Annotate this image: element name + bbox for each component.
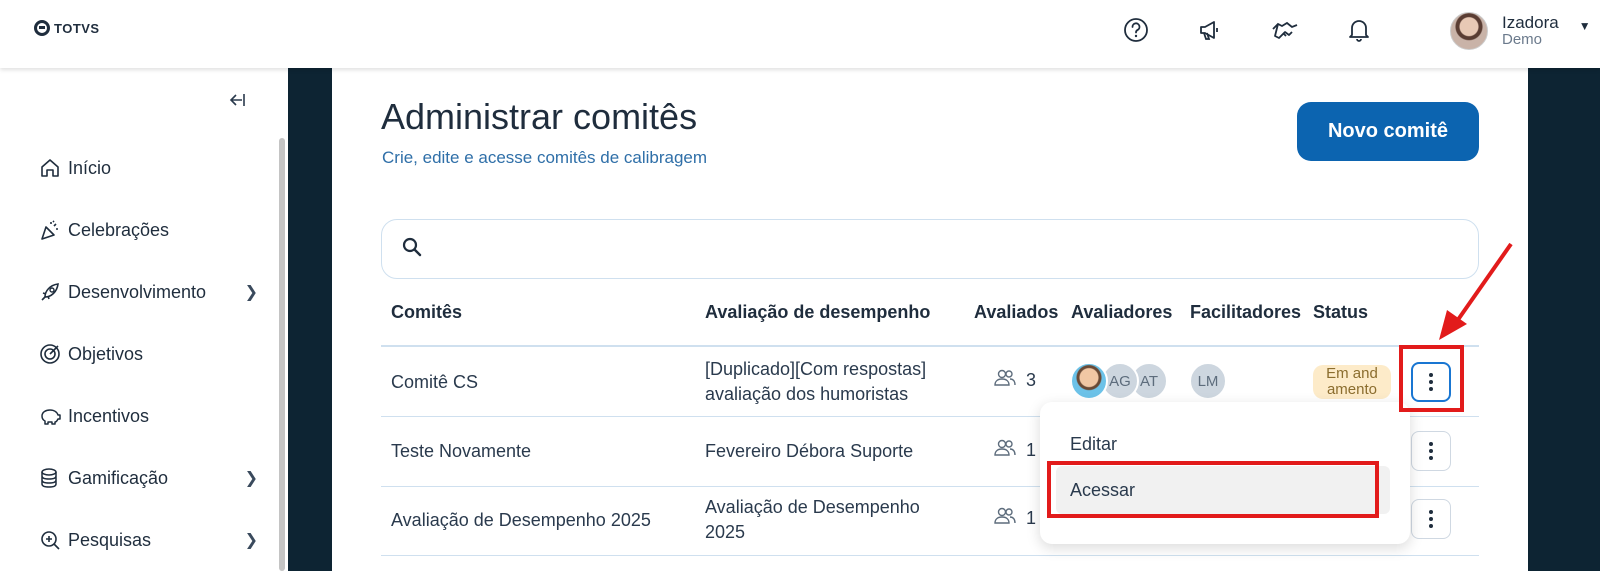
user-menu[interactable]: Izadora Demo ▼ — [1450, 12, 1591, 50]
evaluated-number: 3 — [1026, 370, 1037, 390]
handshake-icon[interactable] — [1271, 16, 1299, 44]
page-title: Administrar comitês — [381, 96, 698, 137]
kebab-icon — [1429, 373, 1433, 391]
row-2-evaluated-count: 1 — [994, 439, 1036, 462]
sidebar-item-label: Início — [68, 157, 112, 178]
table-header-divider — [381, 345, 1479, 347]
sidebar-scrollbar[interactable] — [279, 138, 285, 571]
home-icon — [38, 156, 62, 180]
party-icon — [38, 218, 62, 242]
collapse-left-icon[interactable] — [228, 92, 246, 113]
row-2-committee-name: Teste Novamente — [391, 441, 532, 461]
column-header-status[interactable]: Status — [1313, 302, 1368, 323]
logo-text: TOTVS — [54, 20, 100, 36]
row-1-evaluated-count: 3 — [994, 369, 1036, 392]
page-subtitle: Crie, edite e acesse comitês de calibrag… — [382, 148, 708, 167]
sidebar-item-celebracoes[interactable]: Celebrações — [38, 218, 258, 242]
menu-item-acessar[interactable]: Acessar — [1056, 466, 1390, 514]
chevron-right-icon: ❯ — [244, 284, 258, 301]
search-doc-icon — [38, 528, 62, 552]
user-name: Izadora — [1502, 13, 1559, 32]
facilitator-avatar: LM — [1189, 362, 1227, 400]
totvs-logo[interactable]: TOTVS — [34, 20, 100, 36]
evaluation-line: [Duplicado][Com respostas] — [705, 359, 927, 379]
users-icon — [994, 439, 1016, 462]
chevron-down-icon: ▼ — [1578, 19, 1591, 33]
evaluated-number: 1 — [1026, 440, 1037, 460]
evaluation-line: avaliação dos humoristas — [705, 384, 909, 404]
row-3-committee-name: Avaliação de Desempenho 2025 — [391, 510, 651, 530]
row-1-committee-name: Comitê CS — [391, 372, 479, 392]
users-icon — [994, 507, 1016, 530]
bell-icon[interactable] — [1345, 16, 1373, 44]
new-committee-button[interactable]: Novo comitê — [1297, 102, 1479, 161]
evaluation-line: Avaliação de Desempenho — [705, 497, 920, 517]
coins-icon — [38, 466, 62, 490]
sidebar-item-desenvolvimento[interactable]: Desenvolvimento ❯ — [38, 280, 258, 304]
search-input[interactable] — [434, 240, 1434, 258]
help-icon[interactable] — [1122, 16, 1150, 44]
row-3-evaluation: Avaliação de Desempenho 2025 — [705, 495, 920, 545]
evaluation-line: 2025 — [705, 522, 746, 542]
sidebar-item-objetivos[interactable]: Objetivos — [38, 342, 258, 366]
sidebar-item-inicio[interactable]: Início — [38, 156, 258, 180]
chevron-right-icon: ❯ — [244, 532, 258, 549]
evaluated-number: 1 — [1026, 508, 1037, 528]
row-2-evaluation: Fevereiro Débora Suporte — [705, 441, 914, 461]
search-bar[interactable] — [381, 219, 1479, 279]
sidebar-item-label: Pesquisas — [68, 529, 152, 550]
sidebar-item-label: Celebrações — [68, 219, 170, 240]
sidebar-item-label: Desenvolvimento — [68, 281, 207, 302]
piggy-bank-icon — [38, 404, 62, 428]
column-header-avaliadores[interactable]: Avaliadores — [1071, 302, 1172, 323]
chevron-right-icon: ❯ — [244, 470, 258, 487]
sidebar-item-incentivos[interactable]: Incentivos — [38, 404, 258, 428]
target-icon — [38, 342, 62, 366]
kebab-icon — [1429, 510, 1433, 528]
column-header-avaliacao[interactable]: Avaliação de desempenho — [705, 302, 930, 323]
annotation-arrow-icon — [1439, 242, 1513, 340]
sidebar-item-label: Incentivos — [68, 405, 150, 426]
search-icon — [402, 237, 422, 262]
status-line: amento — [1326, 381, 1378, 398]
row-1-actions-button[interactable] — [1411, 362, 1451, 402]
rocket-icon — [38, 280, 62, 304]
top-bar: TOTVS Izadora Demo ▼ — [0, 0, 1600, 68]
column-header-comites[interactable]: Comitês — [391, 302, 462, 323]
row-2-actions-button[interactable] — [1411, 431, 1451, 471]
status-line: Em and — [1326, 365, 1378, 382]
evaluator-avatar-photo — [1070, 362, 1108, 400]
kebab-icon — [1429, 442, 1433, 460]
sidebar-item-pesquisas[interactable]: Pesquisas ❯ — [38, 528, 258, 552]
column-header-avaliados[interactable]: Avaliados — [974, 302, 1058, 323]
sidebar-item-gamificacao[interactable]: Gamificação ❯ — [38, 466, 258, 490]
user-avatar — [1450, 12, 1488, 50]
row-3-evaluated-count: 1 — [994, 507, 1036, 530]
sidebar: Início Celebrações Desenvolvimento ❯ Obj… — [0, 68, 288, 571]
column-header-facilitadores[interactable]: Facilitadores — [1190, 302, 1301, 323]
megaphone-icon[interactable] — [1196, 16, 1224, 44]
status-badge: Em and amento — [1313, 365, 1391, 399]
row-divider — [381, 555, 1479, 556]
user-role: Demo — [1502, 31, 1543, 48]
sidebar-item-label: Gamificação — [68, 467, 169, 488]
logo-mark-icon — [34, 20, 50, 36]
row-actions-menu: Editar Acessar — [1040, 402, 1410, 544]
sidebar-item-label: Objetivos — [68, 343, 144, 364]
row-3-actions-button[interactable] — [1411, 499, 1451, 539]
users-icon — [994, 369, 1016, 392]
menu-item-editar[interactable]: Editar — [1070, 434, 1117, 455]
row-1-evaluation: [Duplicado][Com respostas] avaliação dos… — [705, 357, 926, 407]
